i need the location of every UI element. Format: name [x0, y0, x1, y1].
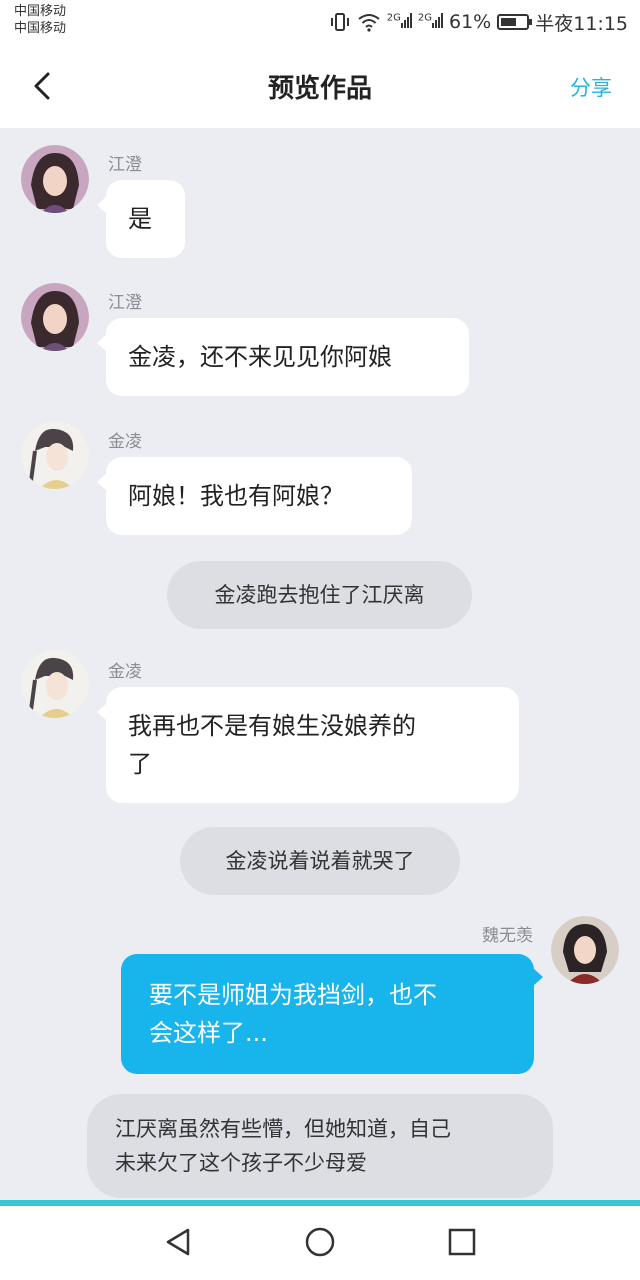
app-header: 预览作品 分享	[0, 44, 640, 128]
narration-bubble[interactable]: 金凌说着说着就哭了	[180, 827, 460, 895]
message-text-line-2: 了	[128, 750, 152, 778]
status-bar: 中国移动 中国移动 2G 2G 61% 半夜11:15	[0, 0, 640, 44]
message-bubble[interactable]: 是	[97, 180, 185, 258]
carrier-info: 中国移动 中国移动	[14, 3, 66, 37]
status-icons: 2G 2G 61% 半夜11:15	[329, 8, 628, 36]
avatar-jiang-cheng[interactable]	[21, 283, 89, 351]
battery-icon	[497, 14, 533, 30]
share-button[interactable]: 分享	[570, 72, 612, 102]
message-text: 阿娘！我也有阿娘？	[128, 482, 344, 510]
message-text-line-1: 我再也不是有娘生没娘养的	[128, 712, 416, 740]
back-triangle-icon[interactable]	[160, 1224, 196, 1260]
sender-name: 江澄	[108, 293, 142, 313]
sender-name: 金凌	[108, 662, 142, 682]
page-title: 预览作品	[267, 74, 372, 104]
home-circle-icon[interactable]	[302, 1224, 338, 1260]
message-bubble-sent[interactable]: 要不是师姐为我挡剑，也不 会这样了...	[121, 954, 543, 1074]
narration-text: 金凌跑去抱住了江厌离	[214, 583, 425, 607]
sender-name: 金凌	[108, 432, 142, 452]
avatar-jin-ling[interactable]	[21, 421, 89, 489]
message-bubble[interactable]: 金凌，还不来见见你阿娘	[97, 318, 469, 396]
message-bubble[interactable]: 我再也不是有娘生没娘养的 了	[97, 687, 519, 803]
narration-text-line-2: 未来欠了这个孩子不少母爱	[115, 1151, 367, 1175]
narration-text-line-1: 江厌离虽然有些懵，但她知道，自己	[115, 1117, 451, 1141]
wifi-icon	[358, 14, 380, 32]
message-text-line-2: 会这样了...	[149, 1019, 268, 1047]
message-bubble[interactable]: 阿娘！我也有阿娘？	[97, 457, 412, 535]
message-text: 是	[128, 205, 152, 233]
vibrate-icon	[330, 13, 349, 31]
recents-square-icon[interactable]	[444, 1224, 480, 1260]
carrier-2: 中国移动	[14, 21, 67, 36]
narration-bubble[interactable]: 江厌离虽然有些懵，但她知道，自己 未来欠了这个孩子不少母爱	[87, 1094, 553, 1198]
sender-name: 魏无羡	[482, 926, 533, 946]
clock: 半夜11:15	[535, 12, 628, 35]
narration-text: 金凌说着说着就哭了	[225, 849, 415, 873]
avatar-jin-ling[interactable]	[21, 650, 89, 718]
avatar-jiang-cheng[interactable]	[21, 145, 89, 213]
battery-fill	[501, 18, 517, 26]
network-type-1: 2G	[386, 12, 401, 24]
narration-bubble[interactable]: 金凌跑去抱住了江厌离	[167, 561, 472, 629]
sender-name: 江澄	[108, 155, 142, 175]
system-nav-bar	[0, 1206, 640, 1280]
chat-preview[interactable]: 江澄 是 江澄 金凌，还不来见见你阿娘 金凌 阿娘！我也有阿娘？ 金凌跑去抱住了…	[0, 128, 640, 1200]
carrier-1: 中国移动	[14, 4, 67, 19]
message-text: 金凌，还不来见见你阿娘	[128, 343, 392, 371]
signal-icon: 2G	[387, 11, 412, 33]
signal-icon-2: 2G	[418, 11, 443, 33]
avatar-wei-wuxian[interactable]	[551, 916, 619, 984]
battery-percent: 61%	[449, 11, 492, 33]
network-type-2: 2G	[417, 12, 432, 24]
message-text-line-1: 要不是师姐为我挡剑，也不	[149, 981, 437, 1009]
